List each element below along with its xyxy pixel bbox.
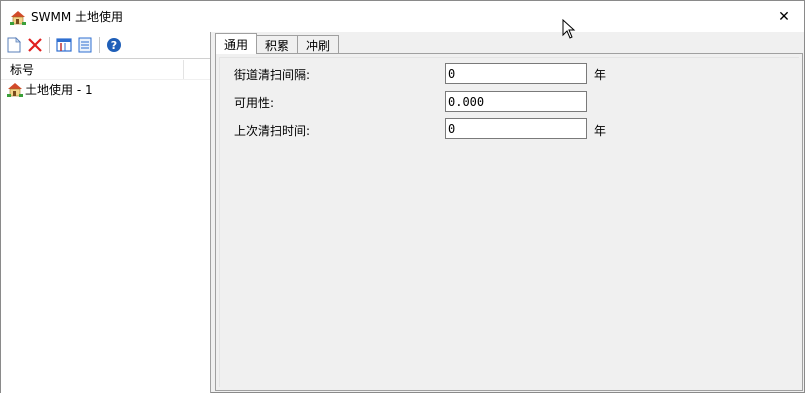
window-title: SWMM 土地使用 bbox=[31, 10, 124, 24]
tab-label: 冲刷 bbox=[306, 38, 331, 53]
tab-strip: 通用 积累 冲刷 bbox=[215, 33, 340, 54]
object-list: 标号 土地使用 - 1 bbox=[1, 58, 210, 393]
last-swept-input[interactable] bbox=[445, 118, 587, 139]
last-swept-unit: 年 bbox=[594, 124, 607, 138]
list-item[interactable]: 土地使用 - 1 bbox=[1, 80, 210, 98]
close-button[interactable]: ✕ bbox=[764, 1, 804, 32]
help-icon: ? bbox=[107, 37, 121, 52]
toolbar: ? bbox=[1, 32, 210, 57]
properties-button[interactable] bbox=[55, 36, 73, 54]
help-button[interactable]: ? bbox=[105, 36, 123, 54]
delete-button[interactable] bbox=[26, 36, 44, 54]
properties-icon bbox=[56, 37, 72, 52]
toolbar-separator bbox=[49, 36, 50, 53]
street-sweeping-interval-label: 街道清扫间隔: bbox=[234, 68, 311, 82]
close-icon: ✕ bbox=[778, 8, 790, 25]
new-button[interactable] bbox=[5, 36, 23, 54]
column-divider[interactable] bbox=[183, 60, 184, 79]
tab-label: 通用 bbox=[224, 37, 249, 52]
street-sweeping-interval-input[interactable] bbox=[445, 63, 587, 84]
title-bar: SWMM 土地使用 ✕ bbox=[1, 1, 804, 32]
report-button[interactable] bbox=[76, 36, 94, 54]
new-document-icon bbox=[7, 36, 21, 52]
delete-icon bbox=[28, 37, 42, 52]
tab-washoff[interactable]: 冲刷 bbox=[297, 35, 340, 54]
tab-general[interactable]: 通用 bbox=[215, 33, 258, 54]
toolbar-separator bbox=[99, 36, 100, 53]
mouse-cursor-icon bbox=[562, 19, 576, 39]
tab-buildup[interactable]: 积累 bbox=[256, 35, 299, 54]
list-column-header[interactable]: 标号 bbox=[1, 59, 210, 80]
landuse-app-icon bbox=[10, 10, 26, 25]
availability-label: 可用性: bbox=[234, 96, 275, 110]
svg-text:?: ? bbox=[111, 39, 117, 52]
app-window: SWMM 土地使用 ✕ ? 标号 土地使用 - 1 通用 积累 冲刷 街道清扫间… bbox=[0, 0, 805, 393]
availability-input[interactable] bbox=[445, 91, 587, 112]
tab-label: 积累 bbox=[265, 38, 290, 53]
street-sweeping-interval-unit: 年 bbox=[594, 68, 607, 82]
list-item-label: 土地使用 - 1 bbox=[25, 82, 93, 97]
column-header-label: 标号 bbox=[10, 62, 35, 77]
object-list-pane: ? 标号 土地使用 - 1 bbox=[1, 32, 211, 393]
general-tab-panel: 街道清扫间隔: 年 可用性: 上次清扫时间: 年 bbox=[215, 53, 803, 391]
landuse-icon bbox=[7, 83, 23, 97]
report-icon bbox=[78, 37, 92, 52]
panel-body: 街道清扫间隔: 年 可用性: 上次清扫时间: 年 bbox=[219, 57, 799, 387]
last-swept-label: 上次清扫时间: bbox=[234, 124, 311, 138]
